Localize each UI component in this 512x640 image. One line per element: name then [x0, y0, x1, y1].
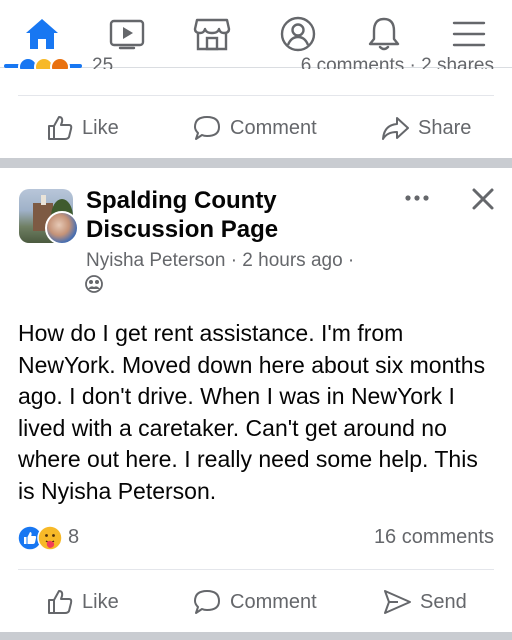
share-icon [382, 117, 409, 140]
send-label: Send [420, 590, 467, 613]
reaction-summary[interactable] [17, 525, 63, 551]
comment-button[interactable]: Comment [192, 98, 317, 158]
like-label: Like [82, 116, 119, 139]
post-actions: Like Comment Send [0, 572, 512, 632]
divider [18, 569, 494, 570]
previous-post-actions: Like Comment Share [0, 98, 512, 158]
like-label: Like [82, 590, 119, 613]
previous-post-reaction-count: 25 [92, 55, 114, 69]
profile-icon [280, 16, 316, 52]
post-meta: Nyisha Peterson · 2 hours ago · [86, 250, 354, 272]
comment-label: Comment [230, 590, 317, 613]
comment-button[interactable]: Comment [192, 572, 317, 632]
reaction-count[interactable]: 8 [68, 526, 79, 549]
watch-tab[interactable] [105, 12, 149, 56]
like-icon [48, 116, 73, 140]
comments-count[interactable]: 16 comments [374, 526, 494, 549]
like-icon [48, 590, 73, 614]
post-text: How do I get rent assistance. I'm from N… [18, 320, 486, 504]
previous-post-summary: 25 6 comments · 2 shares [0, 55, 512, 69]
group-avatar[interactable] [19, 189, 79, 247]
like-button[interactable]: Like [46, 98, 119, 158]
send-button[interactable]: Send [382, 572, 467, 632]
care-reaction-icon [37, 525, 63, 551]
comment-icon [194, 590, 220, 614]
marketplace-tab[interactable] [190, 12, 234, 56]
angry-reaction-icon [50, 57, 70, 69]
more-options-button[interactable] [400, 186, 434, 210]
group-name[interactable]: Spalding County Discussion Page [86, 186, 386, 244]
notifications-icon [368, 17, 400, 51]
more-dots-icon [405, 195, 429, 201]
menu-icon [452, 21, 486, 47]
privacy-indicator[interactable] [84, 274, 104, 294]
watch-icon [109, 19, 145, 50]
hide-post-button[interactable] [466, 182, 500, 216]
author-avatar[interactable] [45, 211, 79, 245]
feed-separator [0, 158, 512, 168]
send-icon [384, 590, 411, 614]
members-icon [85, 275, 103, 293]
close-icon [472, 188, 494, 210]
menu-tab[interactable] [447, 12, 491, 56]
comment-label: Comment [230, 116, 317, 139]
feed-separator [0, 632, 512, 640]
marketplace-icon [193, 18, 231, 51]
author-name[interactable]: Nyisha Peterson [86, 250, 225, 271]
like-button[interactable]: Like [46, 572, 119, 632]
divider [18, 95, 494, 96]
home-tab[interactable] [20, 12, 64, 56]
profile-tab[interactable] [276, 12, 320, 56]
share-label: Share [418, 116, 472, 139]
comment-icon [194, 116, 220, 140]
previous-post-reactions[interactable] [18, 57, 70, 69]
post-time[interactable]: · 2 hours ago · [231, 250, 355, 271]
previous-post-comments-shares[interactable]: 6 comments · 2 shares [301, 55, 494, 69]
home-icon [26, 19, 58, 49]
notifications-tab[interactable] [362, 12, 406, 56]
share-button[interactable]: Share [380, 98, 471, 158]
